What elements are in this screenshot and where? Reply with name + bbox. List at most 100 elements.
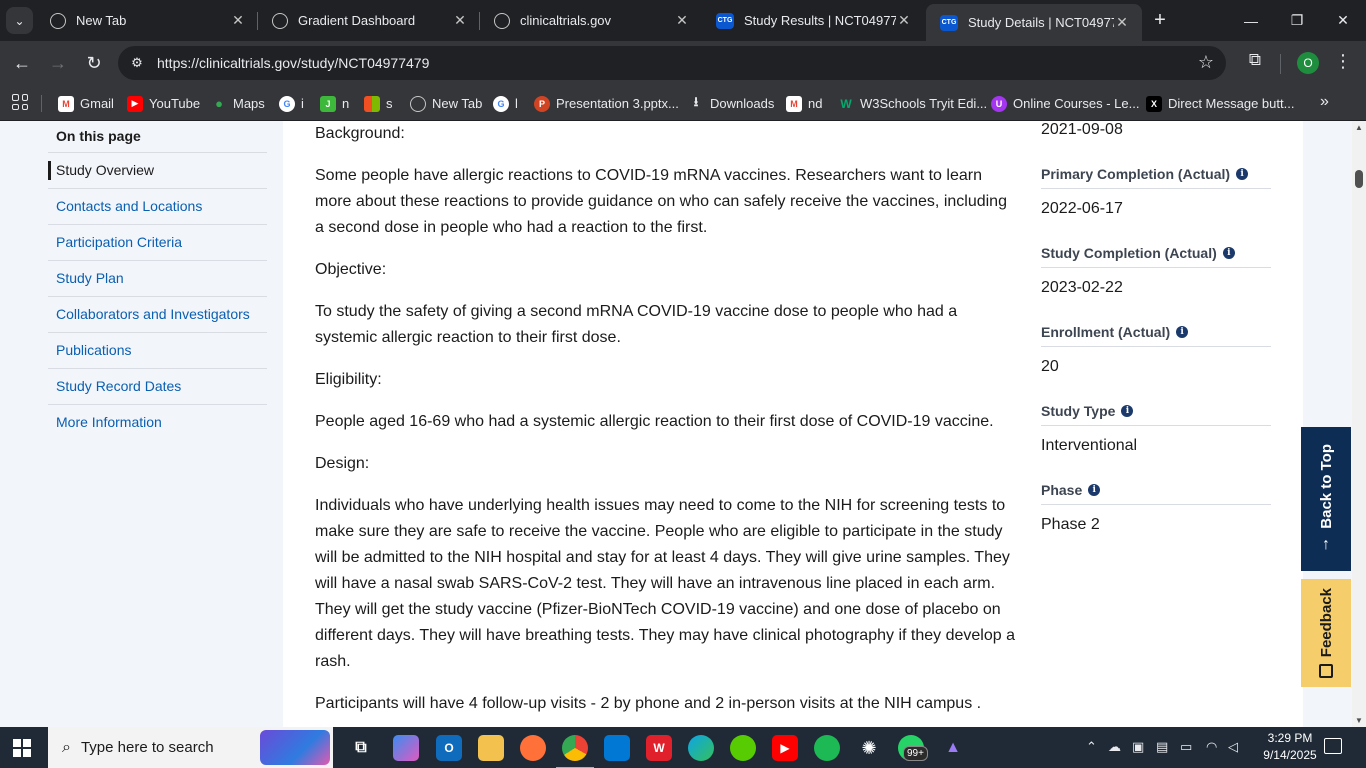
bookmark-presentation[interactable]: P Presentation 3.pptx... (534, 86, 679, 121)
bookmark-label: Presentation 3.pptx... (556, 96, 679, 111)
chatgpt-icon[interactable]: ✺ (856, 735, 882, 761)
bookmarks-overflow-icon[interactable]: » (1320, 93, 1329, 111)
page-scrollbar[interactable]: ▲ ▼ (1352, 121, 1366, 727)
wps-office-icon[interactable]: W (646, 735, 672, 761)
reload-icon: ↻ (86, 52, 102, 73)
close-icon[interactable]: ✕ (896, 12, 912, 29)
camera-icon[interactable]: ▣ (1132, 739, 1144, 755)
close-icon[interactable]: ✕ (452, 12, 468, 29)
search-placeholder: Type here to search (80, 739, 214, 756)
bookmark-new-tab[interactable]: New Tab (410, 86, 482, 121)
bookmark-w3schools[interactable]: W W3Schools Tryit Edi... (838, 86, 987, 121)
chrome-icon[interactable] (556, 735, 594, 768)
bookmark-gmail[interactable]: M Gmail (58, 86, 114, 121)
bookmark-downloads[interactable]: ⭳ Downloads (688, 86, 775, 121)
windows-start-icon[interactable] (13, 739, 31, 757)
battery-icon[interactable]: ▭ (1180, 739, 1192, 755)
youtube-icon[interactable]: ▶ (772, 735, 798, 761)
toc-item-study-overview[interactable]: Study Overview (48, 153, 267, 189)
duolingo-icon[interactable] (730, 735, 756, 761)
chevron-up-icon[interactable]: ⌃ (1086, 739, 1097, 755)
bookmark-microsoft[interactable]: s (364, 86, 393, 121)
minimize-button[interactable]: — (1228, 0, 1274, 41)
toc-item-participation-criteria[interactable]: Participation Criteria (48, 225, 267, 261)
notification-count-badge: 99+ (903, 746, 928, 761)
scroll-up-icon[interactable]: ▲ (1354, 123, 1364, 132)
new-tab-button[interactable]: + (1148, 8, 1172, 32)
copilot-icon[interactable] (393, 735, 419, 761)
toc-item-publications[interactable]: Publications (48, 333, 267, 369)
menu-icon[interactable]: ⋮ (1333, 51, 1353, 72)
bookmark-gmail-nd[interactable]: M nd (786, 86, 822, 121)
description-paragraph: Individuals who have underlying health i… (315, 497, 1015, 670)
restore-button[interactable]: ❐ (1274, 0, 1320, 41)
toc-item-collaborators[interactable]: Collaborators and Investigators (48, 297, 267, 333)
tab-new-tab[interactable]: New Tab ✕ (36, 0, 258, 41)
bookmark-online-courses[interactable]: U Online Courses - Le... (991, 86, 1139, 121)
url-text[interactable]: https://clinicaltrials.gov/study/NCT0497… (157, 55, 429, 71)
spotify-icon[interactable] (814, 735, 840, 761)
info-icon[interactable]: i (1121, 405, 1134, 417)
bookmark-star-icon[interactable]: ☆ (1198, 52, 1214, 73)
tab-strip: ⌄ New Tab ✕ Gradient Dashboard ✕ clinica… (0, 0, 1366, 41)
tab-clinicaltrials[interactable]: clinicaltrials.gov ✕ (480, 0, 702, 41)
arrow-right-icon: → (49, 52, 67, 73)
scroll-down-icon[interactable]: ▼ (1354, 716, 1364, 725)
reload-button[interactable]: ↻ (80, 49, 108, 77)
back-button[interactable]: ← (8, 49, 36, 77)
address-bar[interactable]: ⚙ https://clinicaltrials.gov/study/NCT04… (118, 46, 1226, 80)
study-facts: 2021-09-08 Primary Completion (Actual) i… (1041, 121, 1271, 556)
powerpoint-icon: P (534, 95, 550, 112)
file-explorer-icon[interactable] (478, 735, 504, 761)
bookmark-label: Downloads (710, 96, 775, 111)
close-icon[interactable]: ✕ (230, 12, 246, 29)
photos-icon[interactable]: ▲ (940, 735, 966, 761)
info-icon[interactable]: i (1088, 484, 1101, 496)
info-icon[interactable]: i (1222, 247, 1235, 259)
volume-icon[interactable]: ◁ (1228, 739, 1238, 755)
description-paragraph: Participants will have 4 follow-up visit… (315, 695, 982, 712)
device-icon[interactable]: ▤ (1156, 739, 1168, 755)
wifi-icon[interactable]: ◠ (1206, 739, 1217, 755)
tab-search-button[interactable]: ⌄ (6, 7, 33, 34)
info-icon[interactable]: i (1176, 326, 1189, 338)
back-to-top-button[interactable]: Back to Top ↑ (1301, 427, 1351, 571)
close-window-button[interactable]: ✕ (1320, 0, 1366, 41)
outlook-icon[interactable]: O (436, 735, 462, 761)
scrollbar-thumb[interactable] (1355, 170, 1363, 188)
edge-icon[interactable] (688, 735, 714, 761)
close-icon[interactable]: ✕ (1114, 14, 1130, 31)
toc-item-more-information[interactable]: More Information (48, 405, 267, 441)
tab-study-details[interactable]: CTG Study Details | NCT04977479 ✕ (926, 4, 1142, 41)
apps-grid-icon[interactable] (12, 94, 28, 110)
toc-item-study-plan[interactable]: Study Plan (48, 261, 267, 297)
tab-study-results[interactable]: CTG Study Results | NCT04977479 ✕ (702, 0, 924, 41)
toc-item-record-dates[interactable]: Study Record Dates (48, 369, 267, 405)
info-icon[interactable]: i (1236, 168, 1249, 180)
forward-button[interactable]: → (44, 49, 72, 77)
description-heading-eligibility: Eligibility: (315, 371, 382, 388)
microsoft-store-icon[interactable] (604, 735, 630, 761)
tab-gradient-dashboard[interactable]: Gradient Dashboard ✕ (258, 0, 480, 41)
restore-icon: ❐ (1290, 12, 1304, 28)
toc-item-contacts-locations[interactable]: Contacts and Locations (48, 189, 267, 225)
clock-date: 9/14/2025 (1263, 748, 1317, 762)
close-icon[interactable]: ✕ (674, 12, 690, 29)
ctg-icon: CTG (940, 14, 958, 31)
notification-center-icon[interactable] (1324, 738, 1342, 754)
bookmark-direct-message[interactable]: X Direct Message butt... (1146, 86, 1294, 121)
profile-avatar[interactable]: O (1297, 52, 1319, 74)
task-view-icon[interactable]: ⧉ (348, 735, 374, 761)
firefox-icon[interactable] (520, 735, 546, 761)
bookmark-youtube[interactable]: ▶ YouTube (127, 86, 200, 121)
bookmark-google-l[interactable]: G l (493, 86, 518, 121)
extensions-icon[interactable]: ⧉ (1243, 50, 1267, 76)
taskbar-search[interactable]: ⌕ Type here to search (48, 727, 333, 768)
bookmark-maps[interactable]: ● Maps (211, 86, 265, 121)
site-info-icon[interactable]: ⚙ (128, 54, 146, 72)
bookmark-google-i[interactable]: G i (279, 86, 304, 121)
system-clock[interactable]: 3:29 PM 9/14/2025 (1255, 730, 1325, 764)
bookmark-jiji[interactable]: J n (320, 86, 349, 121)
feedback-button[interactable]: Feedback (1301, 579, 1351, 687)
onedrive-icon[interactable]: ☁ (1108, 739, 1121, 755)
